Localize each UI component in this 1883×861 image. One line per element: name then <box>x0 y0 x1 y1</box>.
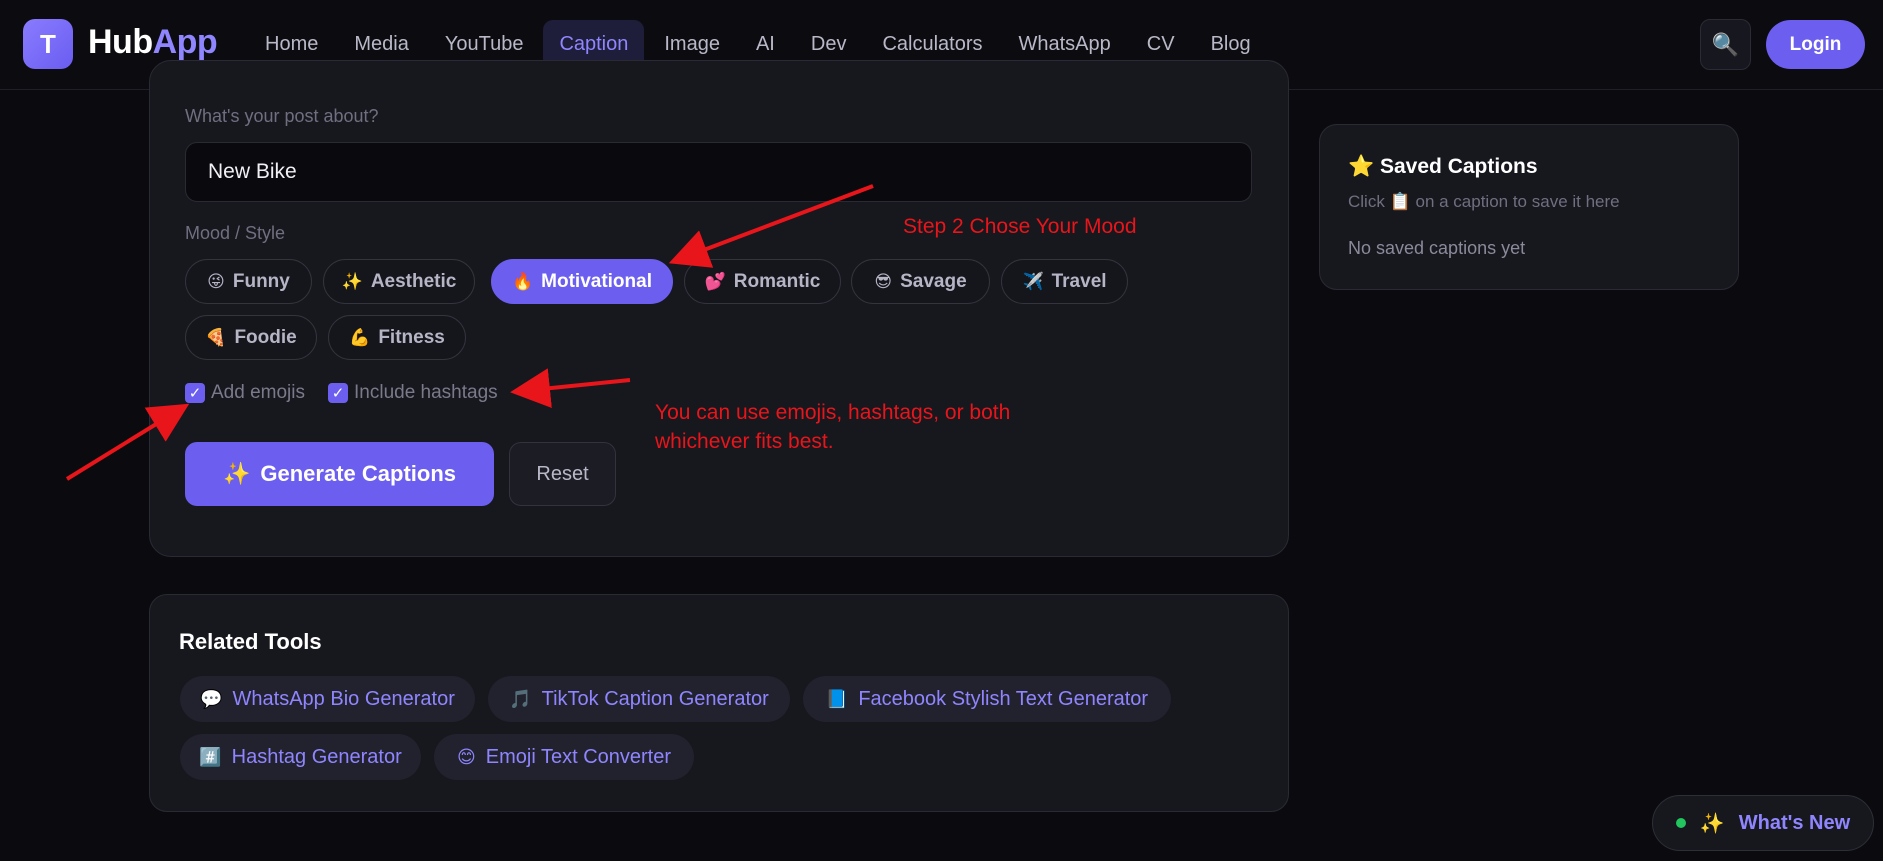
mood-label-text: Travel <box>1051 270 1107 292</box>
fire-icon: 🔥 <box>511 271 534 291</box>
add-emojis-option[interactable]: ✓ Add emojis <box>185 382 305 404</box>
generate-label: Generate Captions <box>260 461 456 486</box>
hearts-icon: 💕 <box>704 271 726 291</box>
mood-label-text: Savage <box>900 270 967 292</box>
add-emojis-checkbox[interactable]: ✓ <box>185 383 205 403</box>
mood-label-text: Foodie <box>234 326 297 348</box>
include-hashtags-label: Include hashtags <box>354 382 498 403</box>
logo-text[interactable]: HubApp <box>88 23 218 62</box>
mood-foodie-button[interactable]: 🍕 Foodie <box>185 315 317 360</box>
generate-captions-button[interactable]: ✨ Generate Captions <box>185 442 494 506</box>
mood-savage-button[interactable]: 😎 Savage <box>851 259 990 304</box>
mood-label-text: Funny <box>232 270 290 292</box>
tool-facebook-stylish-link[interactable]: 📘 Facebook Stylish Text Generator <box>803 676 1171 722</box>
annotation-emojis-line1: You can use emojis, hashtags, or both <box>655 401 1011 424</box>
clipboard-icon: 📋 <box>1389 192 1411 211</box>
hashtag-icon: #️⃣ <box>199 746 222 767</box>
logo-icon[interactable]: T <box>23 19 73 69</box>
add-emojis-label: Add emojis <box>211 382 305 403</box>
include-hashtags-checkbox[interactable]: ✓ <box>328 383 348 403</box>
tool-hashtag-generator-link[interactable]: #️⃣ Hashtag Generator <box>180 734 421 780</box>
sparkles-icon: ✨ <box>341 271 363 291</box>
mood-travel-button[interactable]: ✈️ Travel <box>1001 259 1128 304</box>
hint-before: Click <box>1348 192 1385 211</box>
reset-button[interactable]: Reset <box>509 442 616 506</box>
mood-motivational-button[interactable]: 🔥 Motivational <box>491 259 673 304</box>
search-icon: 🔍 <box>1711 31 1740 57</box>
flexed-biceps-icon: 💪 <box>349 327 371 347</box>
saved-captions-title: ⭐ Saved Captions <box>1348 155 1538 179</box>
related-tools-title: Related Tools <box>179 629 322 654</box>
logo-letter: T <box>40 28 56 59</box>
search-button[interactable]: 🔍 <box>1700 19 1751 70</box>
status-dot <box>1675 818 1686 828</box>
tool-whatsapp-bio-link[interactable]: 💬 WhatsApp Bio Generator <box>180 676 475 722</box>
pizza-icon: 🍕 <box>205 327 227 347</box>
mood-label: Mood / Style <box>185 223 286 243</box>
tool-label: TikTok Caption Generator <box>541 687 769 710</box>
mood-label-text: Motivational <box>541 270 652 292</box>
smiley-icon: 😊 <box>456 746 476 767</box>
post-topic-label: What's your post about? <box>185 106 379 126</box>
tool-label: WhatsApp Bio Generator <box>232 687 455 710</box>
airplane-icon: ✈️ <box>1022 271 1044 291</box>
post-topic-input[interactable]: New Bike <box>185 142 1252 202</box>
annotation-step2: Step 2 Chose Your Mood <box>903 215 1137 238</box>
login-button[interactable]: Login <box>1766 20 1865 69</box>
mood-romantic-button[interactable]: 💕 Romantic <box>684 259 841 304</box>
include-hashtags-option[interactable]: ✓ Include hashtags <box>328 382 498 404</box>
annotation-emojis-line2: whichever fits best. <box>655 430 834 453</box>
mood-label-text: Aesthetic <box>370 270 457 292</box>
laughing-emoji-icon: 😜 <box>207 271 225 291</box>
saved-captions-hint: Click 📋 on a caption to save it here <box>1348 192 1620 212</box>
logo-app: App <box>152 23 218 61</box>
whats-new-label: What's New <box>1738 811 1851 834</box>
sparkles-icon: ✨ <box>1699 812 1725 835</box>
mood-label-text: Romantic <box>733 270 821 292</box>
tool-emoji-text-converter-link[interactable]: 😊 Emoji Text Converter <box>434 734 694 780</box>
sunglasses-emoji-icon: 😎 <box>874 271 893 291</box>
sparkles-icon: ✨ <box>222 461 251 486</box>
star-icon: ⭐ <box>1348 155 1375 178</box>
hint-after: on a caption to save it here <box>1415 192 1620 211</box>
blue-book-icon: 📘 <box>825 688 849 709</box>
tool-label: Emoji Text Converter <box>485 745 672 768</box>
mood-funny-button[interactable]: 😜 Funny <box>185 259 312 304</box>
whats-new-button[interactable]: ✨ What's New <box>1652 795 1874 851</box>
logo-hub: Hub <box>88 23 153 61</box>
speech-bubble-icon: 💬 <box>200 688 223 709</box>
saved-title-text: Saved Captions <box>1380 155 1538 178</box>
saved-captions-empty: No saved captions yet <box>1348 238 1526 258</box>
mood-aesthetic-button[interactable]: ✨ Aesthetic <box>323 259 475 304</box>
tool-tiktok-caption-link[interactable]: 🎵 TikTok Caption Generator <box>488 676 790 722</box>
tool-label: Facebook Stylish Text Generator <box>858 687 1149 710</box>
tool-label: Hashtag Generator <box>231 745 402 768</box>
music-note-icon: 🎵 <box>509 688 532 709</box>
mood-fitness-button[interactable]: 💪 Fitness <box>328 315 466 360</box>
mood-label-text: Fitness <box>378 326 445 348</box>
